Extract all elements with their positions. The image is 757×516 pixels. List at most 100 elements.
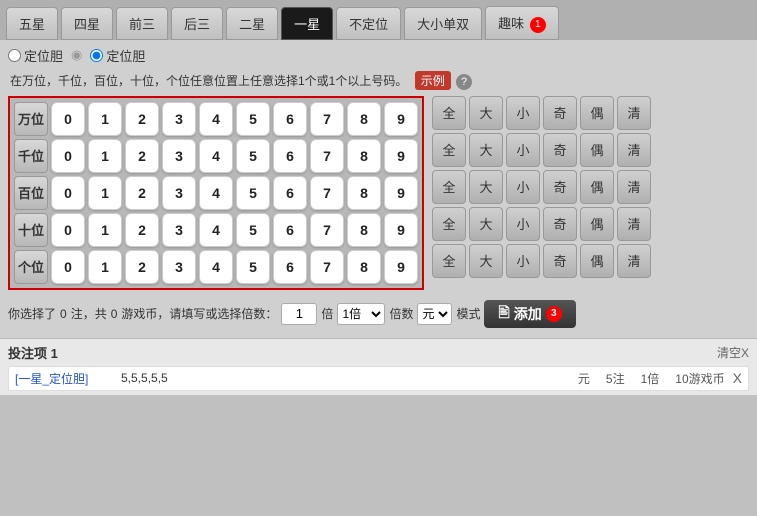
quick-btn-清-0[interactable]: 清 bbox=[617, 96, 651, 130]
num-btn-十位-1[interactable]: 1 bbox=[88, 213, 122, 247]
quick-btn-清-1[interactable]: 清 bbox=[617, 133, 651, 167]
row-label-百位[interactable]: 百位 bbox=[14, 176, 48, 210]
tab-yixing[interactable]: 一星 bbox=[281, 7, 333, 40]
quick-btn-全-3[interactable]: 全 bbox=[432, 207, 466, 241]
num-btn-百位-6[interactable]: 6 bbox=[273, 176, 307, 210]
num-btn-千位-4[interactable]: 4 bbox=[199, 139, 233, 173]
num-btn-千位-3[interactable]: 3 bbox=[162, 139, 196, 173]
quick-btn-大-2[interactable]: 大 bbox=[469, 170, 503, 204]
num-btn-百位-2[interactable]: 2 bbox=[125, 176, 159, 210]
quick-btn-偶-2[interactable]: 偶 bbox=[580, 170, 614, 204]
quick-btn-大-0[interactable]: 大 bbox=[469, 96, 503, 130]
quick-btn-奇-0[interactable]: 奇 bbox=[543, 96, 577, 130]
mode-option-2[interactable]: 定位胆 bbox=[90, 46, 145, 65]
num-btn-千位-5[interactable]: 5 bbox=[236, 139, 270, 173]
num-btn-百位-0[interactable]: 0 bbox=[51, 176, 85, 210]
num-btn-万位-4[interactable]: 4 bbox=[199, 102, 233, 136]
mode-option-1[interactable]: 定位胆 bbox=[8, 46, 63, 65]
quick-btn-奇-1[interactable]: 奇 bbox=[543, 133, 577, 167]
num-btn-千位-2[interactable]: 2 bbox=[125, 139, 159, 173]
quick-btn-清-3[interactable]: 清 bbox=[617, 207, 651, 241]
tab-erxing[interactable]: 二星 bbox=[226, 7, 278, 40]
quick-btn-大-1[interactable]: 大 bbox=[469, 133, 503, 167]
num-btn-个位-3[interactable]: 3 bbox=[162, 250, 196, 284]
num-btn-个位-1[interactable]: 1 bbox=[88, 250, 122, 284]
num-btn-万位-3[interactable]: 3 bbox=[162, 102, 196, 136]
multiplier-input[interactable] bbox=[281, 303, 317, 325]
row-label-十位[interactable]: 十位 bbox=[14, 213, 48, 247]
mode-radio-1[interactable] bbox=[8, 49, 21, 62]
quick-btn-奇-2[interactable]: 奇 bbox=[543, 170, 577, 204]
num-btn-十位-7[interactable]: 7 bbox=[310, 213, 344, 247]
num-btn-个位-5[interactable]: 5 bbox=[236, 250, 270, 284]
num-btn-万位-0[interactable]: 0 bbox=[51, 102, 85, 136]
num-btn-十位-2[interactable]: 2 bbox=[125, 213, 159, 247]
num-btn-万位-9[interactable]: 9 bbox=[384, 102, 418, 136]
num-btn-百位-4[interactable]: 4 bbox=[199, 176, 233, 210]
yuan-select[interactable]: 元 bbox=[417, 303, 452, 325]
quick-btn-小-0[interactable]: 小 bbox=[506, 96, 540, 130]
row-label-个位[interactable]: 个位 bbox=[14, 250, 48, 284]
quick-btn-全-1[interactable]: 全 bbox=[432, 133, 466, 167]
tab-housan[interactable]: 后三 bbox=[171, 7, 223, 40]
num-btn-十位-5[interactable]: 5 bbox=[236, 213, 270, 247]
quick-btn-大-3[interactable]: 大 bbox=[469, 207, 503, 241]
num-btn-十位-6[interactable]: 6 bbox=[273, 213, 307, 247]
row-label-千位[interactable]: 千位 bbox=[14, 139, 48, 173]
num-btn-百位-1[interactable]: 1 bbox=[88, 176, 122, 210]
tab-daxiodanshuang[interactable]: 大小单双 bbox=[404, 7, 482, 40]
num-btn-千位-6[interactable]: 6 bbox=[273, 139, 307, 173]
clear-button[interactable]: 清空X bbox=[717, 344, 749, 361]
quick-btn-大-4[interactable]: 大 bbox=[469, 244, 503, 278]
multiplier-select[interactable]: 1倍 2倍 3倍 5倍 10倍 bbox=[337, 303, 385, 325]
help-icon[interactable]: ? bbox=[456, 74, 472, 90]
quick-btn-全-4[interactable]: 全 bbox=[432, 244, 466, 278]
num-btn-千位-1[interactable]: 1 bbox=[88, 139, 122, 173]
num-btn-个位-8[interactable]: 8 bbox=[347, 250, 381, 284]
num-btn-千位-8[interactable]: 8 bbox=[347, 139, 381, 173]
num-btn-个位-0[interactable]: 0 bbox=[51, 250, 85, 284]
num-btn-十位-8[interactable]: 8 bbox=[347, 213, 381, 247]
tab-budingwei[interactable]: 不定位 bbox=[336, 7, 401, 40]
quick-btn-清-4[interactable]: 清 bbox=[617, 244, 651, 278]
row-label-万位[interactable]: 万位 bbox=[14, 102, 48, 136]
mode-radio-2[interactable] bbox=[90, 49, 103, 62]
quick-btn-小-4[interactable]: 小 bbox=[506, 244, 540, 278]
quick-btn-小-1[interactable]: 小 bbox=[506, 133, 540, 167]
quick-btn-偶-0[interactable]: 偶 bbox=[580, 96, 614, 130]
quick-btn-偶-3[interactable]: 偶 bbox=[580, 207, 614, 241]
num-btn-百位-5[interactable]: 5 bbox=[236, 176, 270, 210]
num-btn-个位-7[interactable]: 7 bbox=[310, 250, 344, 284]
num-btn-个位-9[interactable]: 9 bbox=[384, 250, 418, 284]
num-btn-个位-4[interactable]: 4 bbox=[199, 250, 233, 284]
num-btn-万位-7[interactable]: 7 bbox=[310, 102, 344, 136]
num-btn-十位-0[interactable]: 0 bbox=[51, 213, 85, 247]
num-btn-千位-0[interactable]: 0 bbox=[51, 139, 85, 173]
example-button[interactable]: 示例 bbox=[415, 71, 451, 90]
quick-btn-奇-4[interactable]: 奇 bbox=[543, 244, 577, 278]
num-btn-千位-9[interactable]: 9 bbox=[384, 139, 418, 173]
tab-quwei[interactable]: 趣味 1 bbox=[485, 6, 559, 40]
num-btn-个位-2[interactable]: 2 bbox=[125, 250, 159, 284]
quick-btn-全-0[interactable]: 全 bbox=[432, 96, 466, 130]
quick-btn-小-2[interactable]: 小 bbox=[506, 170, 540, 204]
num-btn-十位-3[interactable]: 3 bbox=[162, 213, 196, 247]
quick-btn-全-2[interactable]: 全 bbox=[432, 170, 466, 204]
num-btn-万位-5[interactable]: 5 bbox=[236, 102, 270, 136]
num-btn-十位-9[interactable]: 9 bbox=[384, 213, 418, 247]
num-btn-十位-4[interactable]: 4 bbox=[199, 213, 233, 247]
num-btn-万位-1[interactable]: 1 bbox=[88, 102, 122, 136]
quick-btn-小-3[interactable]: 小 bbox=[506, 207, 540, 241]
num-btn-万位-6[interactable]: 6 bbox=[273, 102, 307, 136]
num-btn-个位-6[interactable]: 6 bbox=[273, 250, 307, 284]
bet-close-button[interactable]: X bbox=[733, 370, 742, 386]
add-button[interactable]: 🖹 添加 3 bbox=[484, 300, 575, 328]
num-btn-百位-8[interactable]: 8 bbox=[347, 176, 381, 210]
quick-btn-偶-4[interactable]: 偶 bbox=[580, 244, 614, 278]
tab-wuxing[interactable]: 五星 bbox=[6, 7, 58, 40]
quick-btn-偶-1[interactable]: 偶 bbox=[580, 133, 614, 167]
num-btn-万位-2[interactable]: 2 bbox=[125, 102, 159, 136]
quick-btn-清-2[interactable]: 清 bbox=[617, 170, 651, 204]
tab-sixing[interactable]: 四星 bbox=[61, 7, 113, 40]
num-btn-万位-8[interactable]: 8 bbox=[347, 102, 381, 136]
